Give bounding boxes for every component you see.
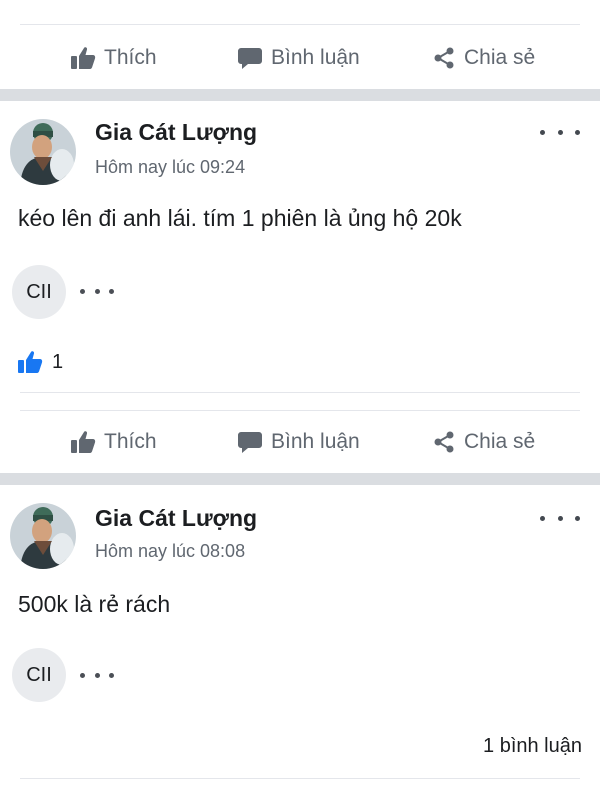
like-button[interactable]: Thích — [70, 28, 157, 88]
share-icon — [434, 47, 454, 69]
more-horizontal-icon — [80, 672, 85, 678]
post-content: 500k là rẻ rách — [18, 591, 171, 617]
more-dot — [575, 129, 580, 135]
stock-tag-chip[interactable]: CII — [12, 648, 66, 702]
post-separator — [0, 89, 600, 101]
stock-tag-chip[interactable]: CII — [12, 265, 66, 319]
reaction-count: 1 — [52, 350, 64, 373]
more-dot — [109, 672, 114, 678]
like-label: Thích — [104, 46, 157, 69]
post-timestamp[interactable]: Hôm nay lúc 09:24 — [95, 157, 245, 178]
share-label: Chia sẻ — [464, 430, 536, 453]
chip-more-button[interactable] — [80, 670, 114, 680]
thumbs-up-icon — [71, 47, 96, 69]
more-dot — [94, 288, 100, 294]
chip-more-button[interactable] — [80, 286, 114, 296]
more-horizontal-icon — [80, 288, 85, 294]
comment-button[interactable]: Bình luận — [237, 28, 360, 88]
comment-label: Bình luận — [271, 430, 360, 453]
stock-tag-label: CII — [26, 663, 52, 686]
like-label: Thích — [104, 430, 157, 453]
more-dot — [557, 515, 563, 521]
post-timestamp[interactable]: Hôm nay lúc 08:08 — [95, 541, 245, 562]
post-author[interactable]: Gia Cát Lượng — [95, 505, 257, 532]
comment-count-link[interactable]: 1 bình luận — [483, 735, 582, 758]
post-separator — [0, 473, 600, 485]
comment-bubble-icon — [238, 48, 262, 69]
divider — [20, 778, 580, 779]
comment-bubble-icon — [238, 432, 262, 453]
comment-label: Bình luận — [271, 46, 360, 69]
post-action-bar: Thích Bình luận Chia sẻ — [0, 412, 600, 472]
more-horizontal-icon — [540, 129, 545, 135]
post-more-button[interactable] — [540, 508, 580, 528]
avatar-image — [10, 119, 76, 185]
divider — [20, 410, 580, 411]
post-content: kéo lên đi anh lái. tím 1 phiên là ủng h… — [18, 205, 462, 231]
blue-thumbs-up-icon — [18, 351, 43, 373]
share-label: Chia sẻ — [464, 46, 536, 69]
stock-tag-label: CII — [26, 280, 52, 303]
share-icon — [434, 431, 454, 453]
more-dot — [94, 672, 100, 678]
like-button[interactable]: Thích — [70, 412, 157, 472]
more-dot — [109, 288, 114, 294]
reaction-summary[interactable]: 1 — [16, 350, 63, 374]
thumbs-up-icon — [71, 431, 96, 453]
divider — [20, 24, 580, 25]
share-button[interactable]: Chia sẻ — [432, 28, 535, 88]
avatar[interactable] — [10, 503, 76, 569]
avatar-image — [10, 503, 76, 569]
post-more-button[interactable] — [540, 122, 580, 142]
divider — [20, 392, 580, 393]
more-dot — [557, 129, 563, 135]
share-button[interactable]: Chia sẻ — [432, 412, 535, 472]
avatar[interactable] — [10, 119, 76, 185]
post-author[interactable]: Gia Cát Lượng — [95, 119, 257, 146]
post-action-bar: Thích Bình luận Chia sẻ — [0, 28, 600, 88]
more-horizontal-icon — [540, 515, 545, 521]
more-dot — [575, 515, 580, 521]
comment-button[interactable]: Bình luận — [237, 412, 360, 472]
